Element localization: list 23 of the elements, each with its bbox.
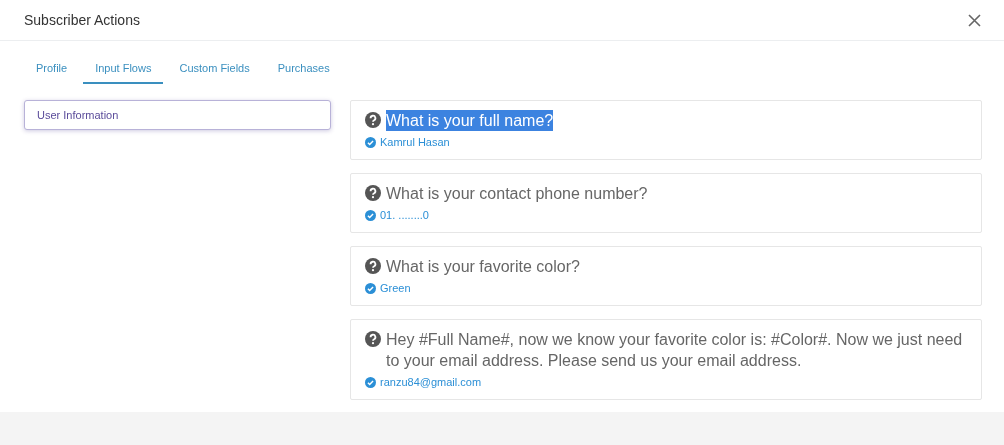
answer-text: 01. ........0	[380, 209, 429, 221]
question-text: What is your favorite color?	[386, 257, 580, 277]
question-icon	[365, 258, 381, 274]
answer-text: ranzu84@gmail.com	[380, 376, 482, 388]
flow-item[interactable]: User Information	[24, 100, 331, 130]
answer-text: Green	[380, 282, 411, 294]
check-circle-icon	[365, 282, 376, 294]
check-circle-icon	[365, 209, 376, 221]
question-text: Hey #Full Name#, now we know your favorite color is: #Color#. Now we just need to your email address. Please send us your email address.	[386, 330, 964, 371]
tab[interactable]: Purchases	[265, 59, 342, 84]
tab[interactable]: Profile	[24, 59, 80, 84]
question-text: What is your full name?	[386, 110, 554, 131]
tab[interactable]: Input Flows	[83, 59, 164, 84]
question-icon	[365, 331, 381, 347]
close-icon[interactable]	[968, 13, 981, 27]
answer-text: Kamrul Hasan	[380, 136, 450, 148]
window-title: Subscriber Actions	[24, 12, 140, 28]
question-icon	[365, 112, 381, 128]
check-circle-icon	[365, 136, 376, 148]
question-text: What is your contact phone number?	[386, 184, 648, 204]
tab[interactable]: Custom Fields	[167, 59, 262, 84]
question-icon	[365, 185, 381, 201]
check-circle-icon	[365, 376, 376, 388]
